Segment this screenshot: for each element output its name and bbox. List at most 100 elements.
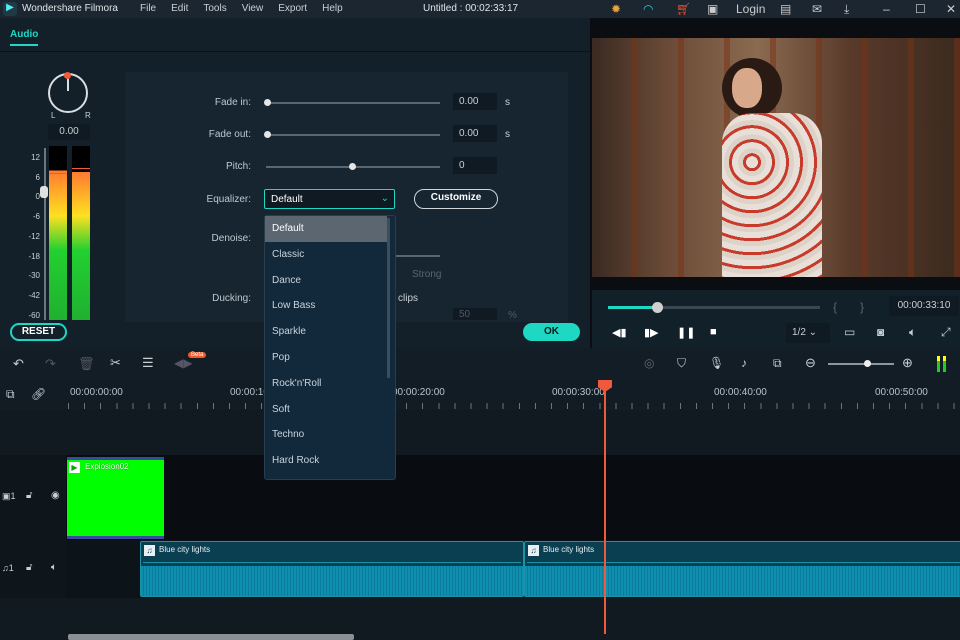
woman-dress (722, 113, 822, 277)
volume-icon[interactable]: 🔈︎ (909, 325, 916, 340)
ok-button[interactable]: OK (523, 323, 580, 341)
render-icon[interactable]: ◎ (644, 356, 654, 370)
pan-left-label: L (51, 111, 56, 120)
lock-icon[interactable]: 🔓︎ (26, 562, 32, 573)
eq-option-hard-rock[interactable]: Hard Rock (265, 448, 387, 474)
menu-export[interactable]: Export (278, 3, 307, 14)
pitch-input[interactable]: 0 (453, 157, 497, 174)
ruler-ticks (68, 403, 960, 409)
menu-file[interactable]: File (140, 3, 156, 14)
pan-knob[interactable] (48, 72, 88, 113)
minimize-icon[interactable]: – (883, 2, 890, 16)
pause-icon[interactable]: ❚❚ (677, 326, 695, 339)
fade-out-unit: s (505, 129, 510, 140)
delete-icon[interactable]: 🗑︎ (78, 356, 95, 372)
fade-in-slider[interactable] (264, 99, 440, 106)
microphone-icon[interactable]: 🎙︎ (709, 356, 724, 370)
eq-option-rock-n-roll[interactable]: Rock'n'Roll (265, 371, 387, 397)
play-icon[interactable]: ▮▶ (644, 326, 659, 339)
menu-tools[interactable]: Tools (203, 3, 226, 14)
filmora-logo-icon: ▶ (3, 2, 17, 16)
music-note-icon: ♫ (528, 545, 539, 556)
stop-icon[interactable]: ■ (710, 326, 717, 338)
download-icon[interactable]: ⤓ (844, 2, 849, 17)
ruler-label: 00:00:40:00 (714, 387, 767, 398)
customize-button[interactable]: Customize (414, 189, 498, 209)
adjust-icon[interactable]: ☰ (142, 355, 154, 371)
zoom-out-icon[interactable]: ⊖ (805, 355, 816, 371)
menu-help[interactable]: Help (322, 3, 343, 14)
eq-option-sparkle[interactable]: Sparkle (265, 319, 387, 345)
ducking-clips-label: clips (398, 293, 419, 304)
eq-option-techno[interactable]: Techno (265, 422, 387, 448)
zoom-in-icon[interactable]: ⊕ (902, 355, 913, 371)
eq-option-pop[interactable]: Pop (265, 345, 387, 371)
mail-icon[interactable]: ✉ (812, 2, 822, 16)
fullscreen-icon[interactable]: ⤢ (941, 325, 951, 340)
tab-audio[interactable]: Audio (10, 29, 39, 46)
scrubber-handle[interactable] (652, 302, 663, 313)
reset-button[interactable]: RESET (10, 323, 67, 341)
gift-icon[interactable]: ▣ (707, 2, 718, 16)
equalizer-dropdown: Default Classic Dance Low Bass Sparkle P… (264, 215, 396, 480)
fade-out-input[interactable]: 0.00 (453, 125, 497, 142)
fit-icon[interactable]: ⧉ (773, 356, 782, 371)
audio-clip[interactable]: ♫ Blue city lights (524, 541, 960, 597)
marker-icon[interactable]: ⛉ (677, 356, 686, 371)
eq-option-classic[interactable]: Classic (265, 242, 387, 268)
undo-icon[interactable]: ↶ (13, 356, 24, 372)
lock-icon[interactable]: 🔓︎ (26, 490, 32, 501)
speaker-icon[interactable]: 🔈︎ (51, 562, 57, 573)
pitch-slider[interactable] (266, 163, 440, 170)
ruler-label: 00:00:00:00 (70, 387, 123, 398)
dropdown-scrollbar[interactable] (387, 218, 390, 378)
eq-option-soft[interactable]: Soft (265, 397, 387, 423)
ducking-input[interactable]: 50 (453, 308, 497, 320)
video-clip[interactable]: ▶ Explosion02 (67, 457, 164, 539)
close-icon[interactable]: ✕ (946, 2, 956, 16)
snapshot-camera-icon[interactable]: ◙ (877, 325, 884, 339)
lightbulb-icon[interactable]: ✹ (611, 2, 621, 16)
voiceover-icon[interactable]: ♪ (741, 356, 747, 370)
eq-option-low-bass[interactable]: Low Bass (265, 293, 387, 319)
timecode-display: 00:00:33:10 (889, 296, 959, 316)
mark-in-button[interactable]: { (833, 300, 837, 314)
eq-option-dance[interactable]: Dance (265, 268, 387, 294)
save-icon[interactable]: ▤ (780, 2, 791, 16)
fade-out-slider[interactable] (264, 131, 440, 138)
empty-track-area (0, 410, 960, 455)
login-button[interactable]: Login (736, 2, 765, 16)
project-title: Untitled : 00:02:33:17 (423, 3, 519, 14)
video-clip-icon: ▶ (69, 462, 80, 473)
display-icon[interactable]: ▭ (844, 325, 855, 339)
playback-scrubber[interactable] (608, 302, 820, 313)
timeline-scrollbar[interactable] (68, 634, 354, 640)
cut-scissors-icon[interactable]: ✂ (110, 355, 121, 371)
volume-fader-handle[interactable] (40, 186, 48, 198)
ducking-label: Ducking: (212, 293, 251, 304)
equalizer-label: Equalizer: (206, 194, 251, 205)
menu-view[interactable]: View (242, 3, 264, 14)
denoise-slider[interactable] (396, 255, 440, 257)
audio-clip[interactable]: ♫ Blue city lights (140, 541, 524, 597)
eye-icon[interactable]: ◉ (51, 490, 60, 501)
menu-edit[interactable]: Edit (171, 3, 188, 14)
ruler-label: 00:00:20:00 (392, 387, 445, 398)
redo-icon[interactable]: ↷ (45, 356, 56, 372)
timeline-zoom-slider[interactable] (828, 360, 894, 367)
link-icon[interactable]: 🔗︎ (31, 387, 46, 401)
cart-icon[interactable]: 🛒︎ (676, 2, 691, 16)
eq-option-default[interactable]: Default (265, 216, 387, 242)
fade-in-input[interactable]: 0.00 (453, 93, 497, 110)
level-meter-left (49, 146, 67, 320)
quality-select[interactable]: 1/2 ⌄ (786, 323, 830, 343)
maximize-icon[interactable]: ☐ (915, 2, 926, 16)
prev-frame-icon[interactable]: ◀▮ (612, 326, 627, 339)
audio-stretch-icon[interactable]: ◀▶ (174, 356, 192, 370)
mark-out-button[interactable]: } (860, 300, 864, 314)
audio-track-icon: ♫1 (2, 563, 14, 573)
support-headset-icon[interactable]: ◠ (643, 2, 653, 16)
add-track-icon[interactable]: ⧉ (6, 387, 15, 402)
equalizer-select[interactable]: Default ⌄ (264, 189, 395, 209)
menu-bar: File Edit Tools View Export Help (140, 3, 358, 14)
